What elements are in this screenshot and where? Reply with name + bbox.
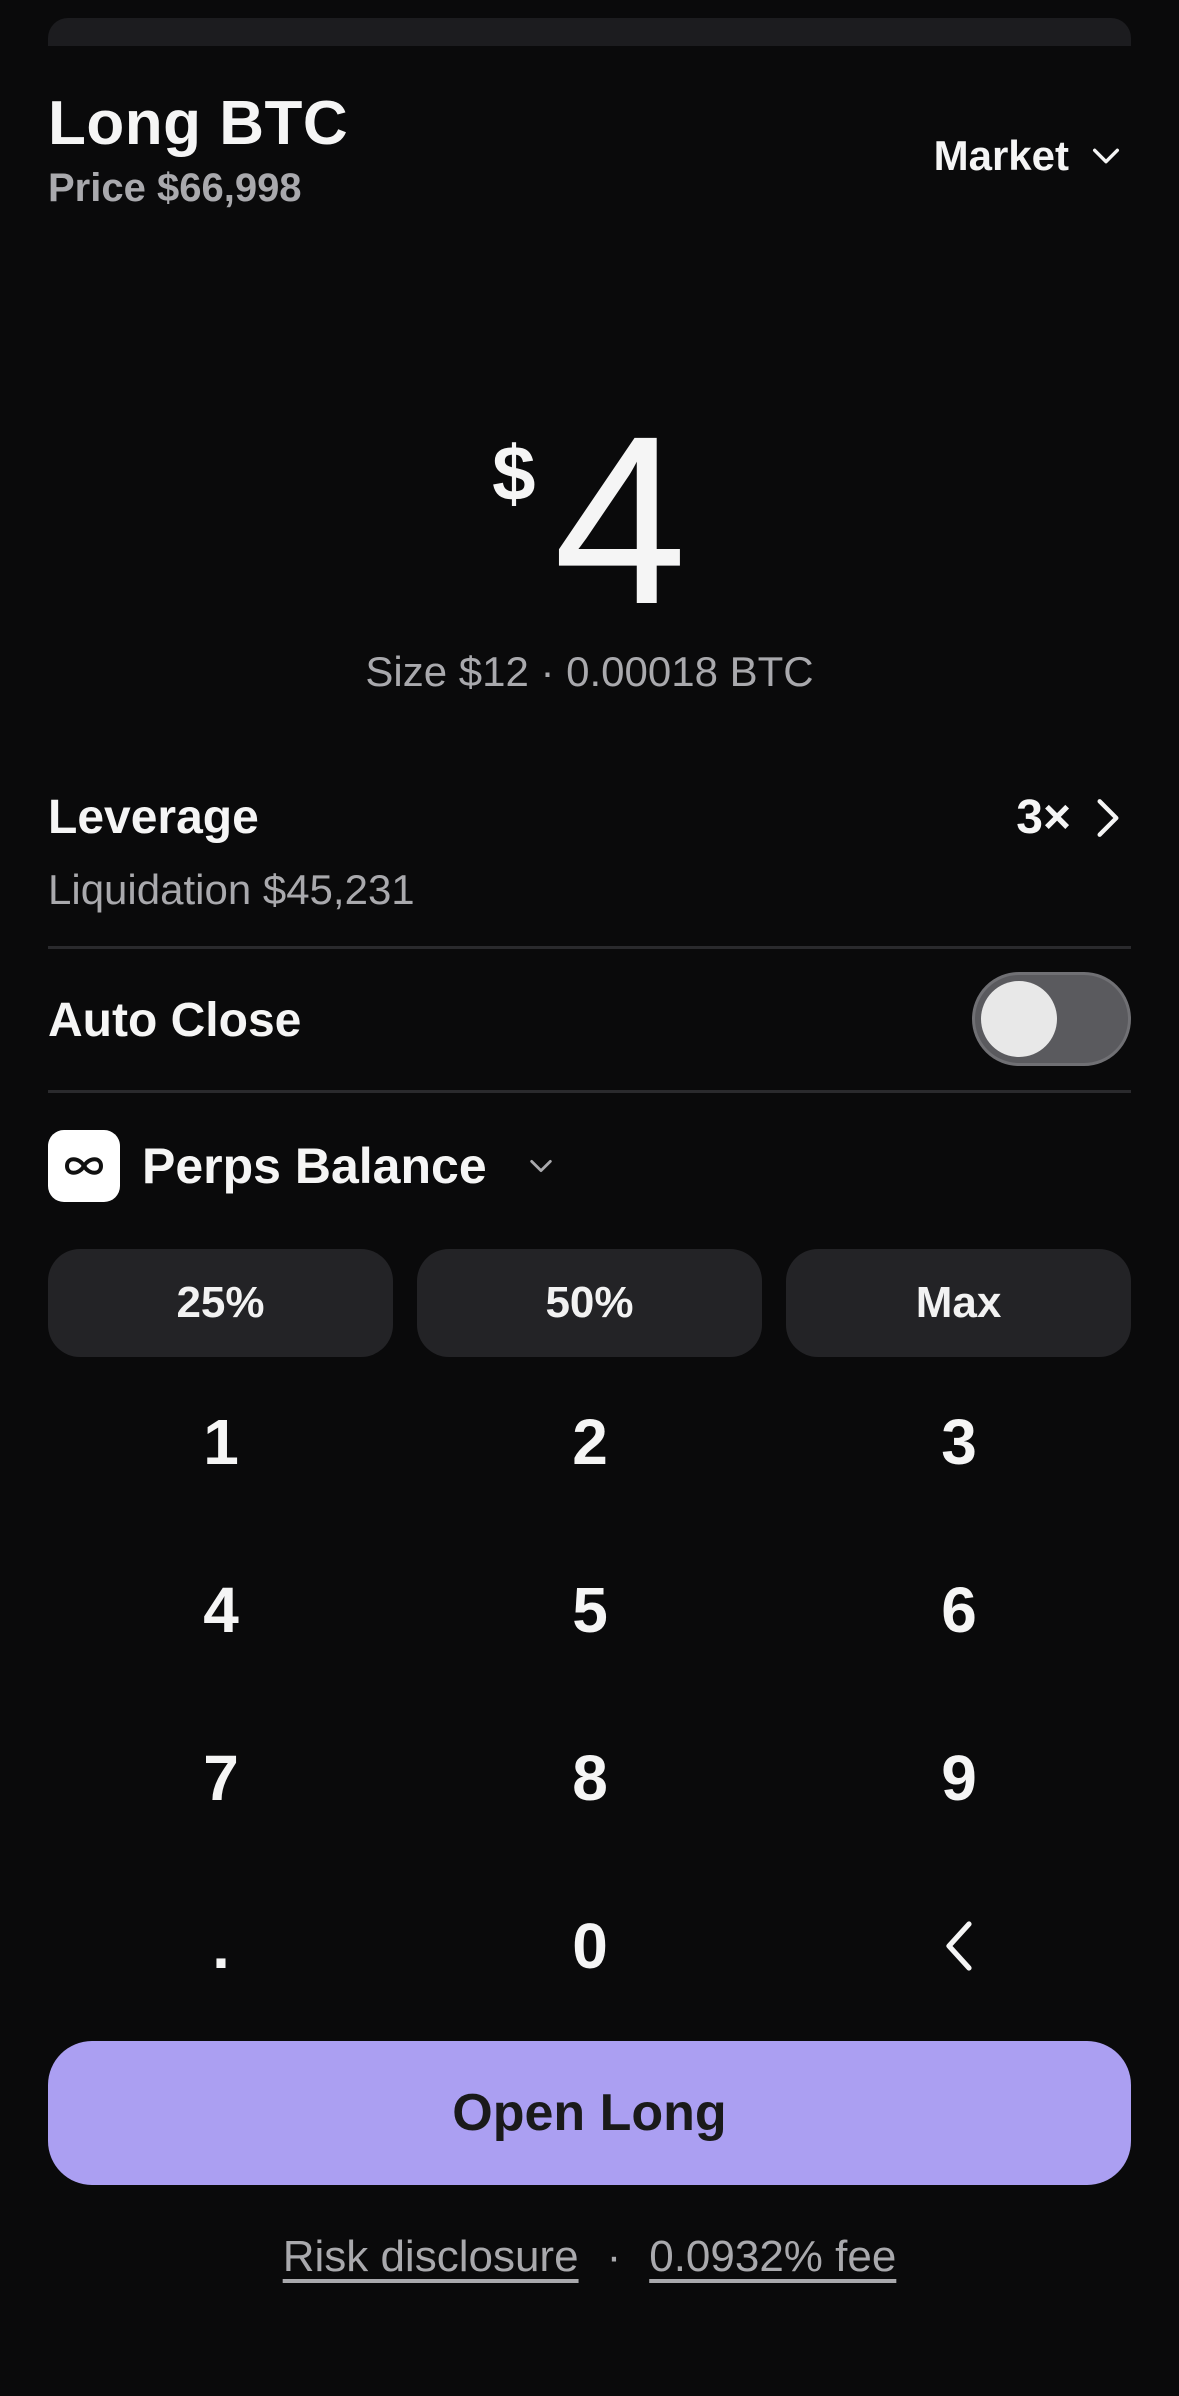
order-type-label: Market	[933, 132, 1069, 179]
keypad-backspace[interactable]	[809, 1876, 1109, 2016]
keypad-key-9[interactable]: 9	[809, 1708, 1109, 1848]
balance-label: Perps Balance	[142, 1138, 487, 1194]
price-label: Price $66,998	[48, 166, 302, 210]
currency-symbol: $	[492, 429, 536, 517]
keypad-key-7[interactable]: 7	[71, 1708, 371, 1848]
keypad-key-0[interactable]: 0	[440, 1876, 740, 2016]
order-type-dropdown[interactable]: Market	[934, 132, 1123, 180]
max-button[interactable]: Max	[786, 1249, 1131, 1357]
toggle-knob	[981, 981, 1057, 1057]
keypad-key-4[interactable]: 4	[71, 1540, 371, 1680]
chevron-down-icon	[529, 1159, 552, 1173]
footer-separator: ·	[606, 2232, 622, 2281]
amount-value: 4	[553, 386, 687, 654]
order-sheet: Long BTC Price $66,998 Market $ 4 Size $…	[0, 0, 1179, 2396]
keypad-key-decimal[interactable]: .	[71, 1876, 371, 2016]
leverage-label: Leverage	[48, 791, 259, 844]
chevron-down-icon	[1092, 148, 1120, 164]
percent-50-button[interactable]: 50%	[417, 1249, 762, 1357]
percent-25-button[interactable]: 25%	[48, 1249, 393, 1357]
balance-selector[interactable]: Perps Balance	[48, 1130, 555, 1202]
liquidation-price: Liquidation $45,231	[48, 866, 415, 913]
keypad-key-1[interactable]: 1	[71, 1372, 371, 1512]
auto-close-label: Auto Close	[48, 994, 302, 1047]
auto-close-toggle[interactable]	[972, 972, 1131, 1066]
risk-disclosure-link[interactable]: Risk disclosure	[283, 2232, 579, 2282]
leverage-value: 3×	[1016, 791, 1071, 844]
amount-display: $ 4	[0, 400, 1179, 640]
footer: Risk disclosure · 0.0932% fee	[0, 2232, 1179, 2282]
keypad-key-6[interactable]: 6	[809, 1540, 1109, 1680]
keypad-key-2[interactable]: 2	[440, 1372, 740, 1512]
leverage-selector[interactable]: 3×	[1016, 790, 1123, 845]
sheet-top-edge	[48, 18, 1131, 46]
fee-link[interactable]: 0.0932% fee	[649, 2232, 896, 2282]
keypad-key-8[interactable]: 8	[440, 1708, 740, 1848]
infinity-icon	[48, 1130, 120, 1202]
size-summary: Size $12 · 0.00018 BTC	[365, 648, 814, 695]
page-title: Long BTC	[48, 89, 349, 158]
keypad-key-5[interactable]: 5	[440, 1540, 740, 1680]
chevron-right-icon	[1097, 798, 1119, 837]
open-long-button[interactable]: Open Long	[48, 2041, 1131, 2185]
keypad-key-3[interactable]: 3	[809, 1372, 1109, 1512]
divider	[48, 1090, 1131, 1093]
divider	[48, 946, 1131, 949]
backspace-chevron-icon	[946, 1921, 972, 1971]
